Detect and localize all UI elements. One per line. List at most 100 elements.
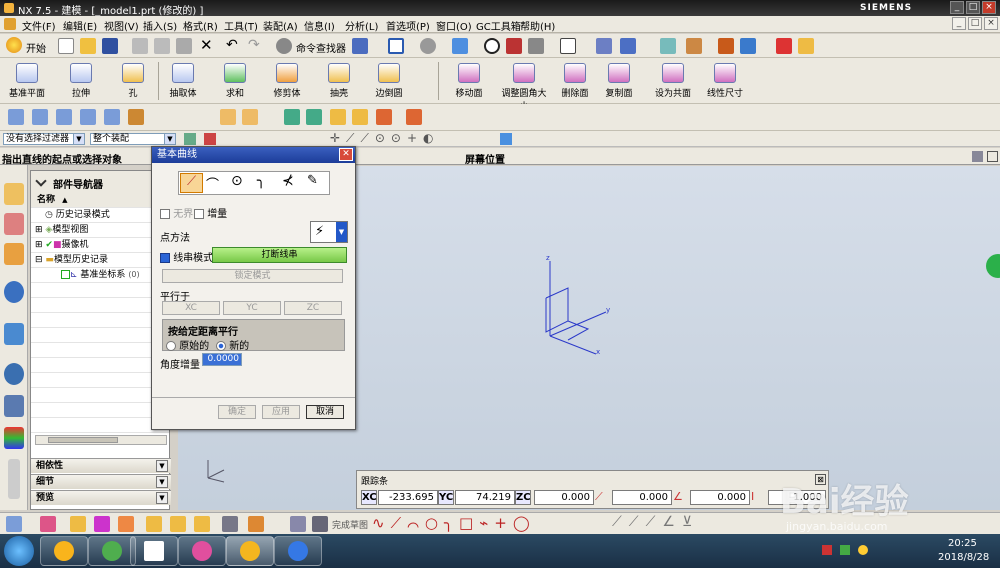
tree-item-datum-csys[interactable]: ⊾ 基准坐标系 (0) — [31, 268, 169, 283]
trim-icon[interactable]: ⊀ — [282, 173, 294, 189]
expand-icon[interactable]: ⊞ — [35, 225, 43, 235]
fillet-sketch-icon[interactable] — [146, 516, 162, 532]
helix-icon[interactable] — [80, 109, 96, 125]
menu-assembly[interactable]: 装配(A) — [263, 18, 298, 33]
dialog-close-button[interactable]: ✕ — [339, 148, 353, 161]
edit-curve-icons[interactable]: ⟋⟋⟋∠⊻ — [612, 514, 699, 530]
tree-item-model-views[interactable]: ⊞ ◈模型视图 — [31, 223, 169, 238]
tree-item-cameras[interactable]: ⊞ ✔■摄像机 — [31, 238, 169, 253]
taskbar-app-3[interactable] — [130, 536, 178, 566]
dimension-icon[interactable] — [70, 516, 86, 532]
line-icon[interactable]: ⟋ — [180, 173, 203, 193]
preview-panel[interactable]: 预览 ▼ — [31, 490, 171, 505]
type-filter-select[interactable]: 没有选择过滤器 ▼ — [3, 133, 85, 145]
sketch-curve-icons[interactable]: ∿⟋⌒○╮□⌁+◯ — [372, 514, 536, 532]
doc-close-button[interactable]: × — [984, 17, 998, 30]
filter-icon[interactable] — [184, 133, 196, 145]
length-input[interactable]: 0.000 — [612, 490, 672, 505]
project-icon[interactable] — [222, 516, 238, 532]
menu-format[interactable]: 格式(R) — [183, 18, 218, 33]
extrude-button[interactable]: 拉伸 — [58, 63, 104, 99]
linear-dimension-button[interactable]: 线性尺寸 — [702, 63, 748, 99]
tray-icons[interactable] — [822, 545, 832, 555]
delete-icon[interactable]: ✕ — [200, 36, 213, 54]
through-curves-icon[interactable] — [306, 109, 322, 125]
checkbox-checked-icon[interactable] — [61, 270, 70, 279]
shell-button[interactable]: 抽壳 — [316, 63, 362, 99]
circle-icon[interactable]: ⊙ — [231, 173, 243, 189]
column-header[interactable]: 名称 ▲ — [31, 193, 169, 208]
details-panel[interactable]: 细节 ▼ — [31, 474, 171, 489]
move-face-button[interactable]: 移动面 — [446, 63, 492, 99]
ruler-icon[interactable] — [776, 38, 792, 54]
curve-icon[interactable] — [32, 109, 48, 125]
fillet-icon[interactable]: ╮ — [257, 173, 265, 189]
doc-minimize-button[interactable]: _ — [952, 17, 966, 30]
taskbar-nx-app[interactable] — [226, 536, 274, 566]
surface-icon[interactable] — [284, 109, 300, 125]
app-menu-icon[interactable] — [4, 18, 16, 30]
doc-restore-button[interactable]: □ — [968, 17, 982, 30]
tracking-close-button[interactable]: ⊠ — [815, 474, 826, 485]
edit-fillet-icon[interactable]: ✎ — [307, 173, 318, 188]
xc-input[interactable]: -233.695 — [378, 490, 438, 505]
unite-button[interactable]: 求和 — [212, 63, 258, 99]
select-icon[interactable] — [352, 38, 368, 54]
menu-edit[interactable]: 编辑(E) — [63, 18, 97, 33]
edge-blend-button[interactable]: 边倒圆 — [366, 63, 412, 99]
spline-icon[interactable] — [56, 109, 72, 125]
string-mode-checkbox[interactable]: 线串模式 — [160, 249, 213, 264]
assembly-navigator-icon[interactable] — [4, 183, 24, 205]
parallel-xc-button[interactable]: XC — [162, 301, 220, 315]
horizontal-scrollbar[interactable] — [35, 435, 167, 445]
sweep-icon[interactable] — [330, 109, 346, 125]
finish-sketch-icon[interactable] — [312, 516, 328, 532]
clock-icon[interactable] — [4, 363, 24, 385]
apply-button[interactable]: 应用 — [262, 405, 300, 419]
minimize-button[interactable]: _ — [950, 1, 964, 14]
command-finder-button[interactable]: 命令查找器 — [296, 40, 346, 55]
constraint-navigator-icon[interactable] — [4, 213, 24, 235]
break-string-button[interactable]: 打断线串 — [212, 247, 347, 263]
taskbar-app-6[interactable] — [274, 536, 322, 566]
taskbar-app-2[interactable] — [88, 536, 136, 566]
orient-view-icon[interactable] — [420, 38, 436, 54]
menu-information[interactable]: 信息(I) — [304, 18, 335, 33]
dependencies-panel[interactable]: 相依性 ▼ — [31, 458, 171, 473]
pattern-icon[interactable] — [248, 516, 264, 532]
offset-curve-icon[interactable] — [104, 109, 120, 125]
ok-button[interactable]: 确定 — [218, 405, 256, 419]
menu-tools[interactable]: 工具(T) — [224, 18, 258, 33]
extract-body-button[interactable]: 抽取体 — [160, 63, 206, 99]
close-button[interactable]: × — [982, 1, 996, 14]
close-panel-icon[interactable] — [987, 151, 998, 162]
undo-icon[interactable]: ↶ — [226, 37, 238, 53]
cancel-button[interactable]: 取消 — [306, 405, 344, 419]
play-icon[interactable] — [740, 38, 756, 54]
edit-curve-icon[interactable] — [220, 109, 236, 125]
taskbar-app-4[interactable] — [178, 536, 226, 566]
delete-face-button[interactable]: 删除面 — [552, 63, 598, 99]
menu-preferences[interactable]: 首选项(P) — [386, 18, 430, 33]
tree-item-history-mode[interactable]: ◷ 历史记录模式 — [31, 208, 169, 223]
scroll-icon[interactable] — [8, 459, 20, 499]
incremental-checkbox[interactable]: 增量 — [194, 205, 227, 220]
menu-analysis[interactable]: 分析(L) — [345, 18, 378, 33]
part-navigator-icon[interactable] — [4, 243, 24, 265]
new-file-icon[interactable] — [58, 38, 74, 54]
color-palette-icon[interactable] — [4, 427, 24, 449]
cut-icon[interactable] — [132, 38, 148, 54]
move-object-icon[interactable] — [620, 38, 636, 54]
redo-icon[interactable]: ↷ — [248, 37, 260, 53]
edit-params-icon[interactable] — [242, 109, 258, 125]
angle-input[interactable]: 0.000 — [690, 490, 750, 505]
macro-icon[interactable] — [718, 38, 734, 54]
new-radio[interactable]: 新的 — [216, 337, 249, 352]
wcs-icon[interactable] — [596, 38, 612, 54]
fullscreen-icon[interactable] — [972, 151, 983, 162]
relations-icon[interactable] — [118, 516, 134, 532]
measure-icon[interactable] — [686, 38, 702, 54]
sketch-orient-icon[interactable] — [6, 516, 22, 532]
start-menu-button[interactable]: 开始 — [26, 40, 46, 55]
internet-explorer-icon[interactable] — [4, 281, 24, 303]
